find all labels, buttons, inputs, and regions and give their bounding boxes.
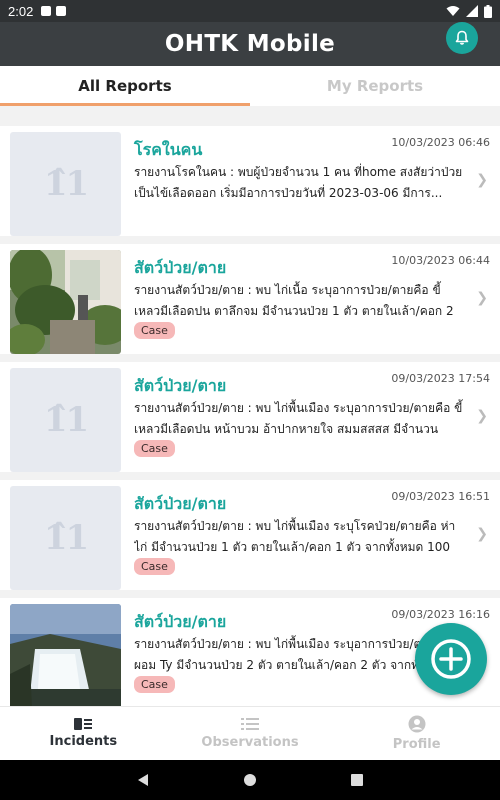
report-list[interactable]: 1̂1 โรคในคน 10/03/2023 06:46 รายงานโรคใน…: [0, 106, 500, 706]
report-card[interactable]: สัตว์ป่วย/ตาย 10/03/2023 06:44 รายงานสัต…: [0, 244, 500, 354]
notification-icon: [41, 6, 52, 16]
battery-icon: [484, 4, 492, 18]
report-date: 10/03/2023 06:44: [391, 254, 490, 267]
case-badge: Case: [134, 322, 175, 339]
wifi-icon: [446, 6, 460, 16]
chevron-right-icon: ❯: [476, 172, 488, 188]
nav-profile[interactable]: Profile: [333, 707, 500, 760]
sim-icon: [56, 6, 67, 16]
nav-label: Incidents: [49, 734, 118, 749]
report-title: สัตว์ป่วย/ตาย: [134, 258, 227, 277]
placeholder-logo-icon: 1̂1: [43, 164, 89, 204]
status-bar: 2:02: [0, 0, 500, 22]
report-date: 09/03/2023 16:51: [391, 490, 490, 503]
nav-label: Profile: [392, 737, 441, 752]
list-icon: [241, 718, 259, 730]
app-title: OHTK Mobile: [164, 31, 336, 57]
notifications-button[interactable]: [446, 22, 478, 54]
bottom-navigation: Incidents Observations Profile: [0, 706, 500, 760]
report-image-placeholder: 1̂1: [10, 368, 121, 472]
report-image-waterfall: [10, 604, 121, 706]
tab-my-reports[interactable]: My Reports: [250, 66, 500, 106]
report-description: รายงานสัตว์ป่วย/ตาย : พบ ไก่เนื้อ ระบุอา…: [134, 283, 454, 318]
case-badge: Case: [134, 558, 175, 575]
report-title: สัตว์ป่วย/ตาย: [134, 612, 227, 631]
system-navigation-bar: [0, 760, 500, 800]
signal-icon: [466, 5, 478, 17]
chevron-right-icon: ❯: [476, 408, 488, 424]
report-tabs: All Reports My Reports: [0, 66, 500, 106]
report-card[interactable]: 1̂1 สัตว์ป่วย/ตาย 09/03/2023 16:51 รายงา…: [0, 480, 500, 590]
home-icon[interactable]: [243, 773, 257, 787]
tab-all-reports[interactable]: All Reports: [0, 66, 250, 106]
nav-observations[interactable]: Observations: [167, 707, 334, 760]
report-image-placeholder: 1̂1: [10, 486, 121, 590]
case-badge: Case: [134, 676, 175, 693]
report-title: สัตว์ป่วย/ตาย: [134, 494, 227, 513]
incidents-icon: [74, 718, 93, 730]
report-date: 09/03/2023 17:54: [391, 372, 490, 385]
report-description: รายงานสัตว์ป่วย/ตาย : พบ ไก่พื้นเมือง ระ…: [134, 519, 456, 554]
app-bar: OHTK Mobile: [0, 22, 500, 66]
placeholder-logo-icon: 1̂1: [43, 400, 89, 440]
chevron-right-icon: ❯: [476, 526, 488, 542]
report-title: สัตว์ป่วย/ตาย: [134, 376, 227, 395]
report-title: โรคในคน: [134, 140, 203, 159]
status-time: 2:02: [8, 3, 34, 19]
chevron-right-icon: ❯: [476, 290, 488, 306]
report-date: 10/03/2023 06:46: [391, 136, 490, 149]
bell-icon: [455, 30, 469, 45]
report-date: 09/03/2023 16:16: [391, 608, 490, 621]
report-card[interactable]: 1̂1 โรคในคน 10/03/2023 06:46 รายงานโรคใน…: [0, 126, 500, 236]
profile-icon: [408, 715, 426, 733]
nav-label: Observations: [201, 735, 299, 750]
report-description: รายงานโรคในคน : พบผู้ป่วยจำนวน 1 คน ที่h…: [134, 165, 463, 200]
placeholder-logo-icon: 1̂1: [43, 518, 89, 558]
report-card[interactable]: 1̂1 สัตว์ป่วย/ตาย 09/03/2023 17:54 รายงา…: [0, 362, 500, 472]
nav-incidents[interactable]: Incidents: [0, 707, 167, 760]
case-badge: Case: [134, 440, 175, 457]
recents-icon[interactable]: [350, 773, 364, 787]
add-report-button[interactable]: [415, 623, 487, 695]
report-image-placeholder: 1̂1: [10, 132, 121, 236]
add-circle-icon: [431, 639, 471, 679]
report-description: รายงานสัตว์ป่วย/ตาย : พบ ไก่พื้นเมือง ระ…: [134, 401, 463, 436]
report-image-garden: [10, 250, 121, 354]
back-icon[interactable]: [136, 773, 150, 787]
